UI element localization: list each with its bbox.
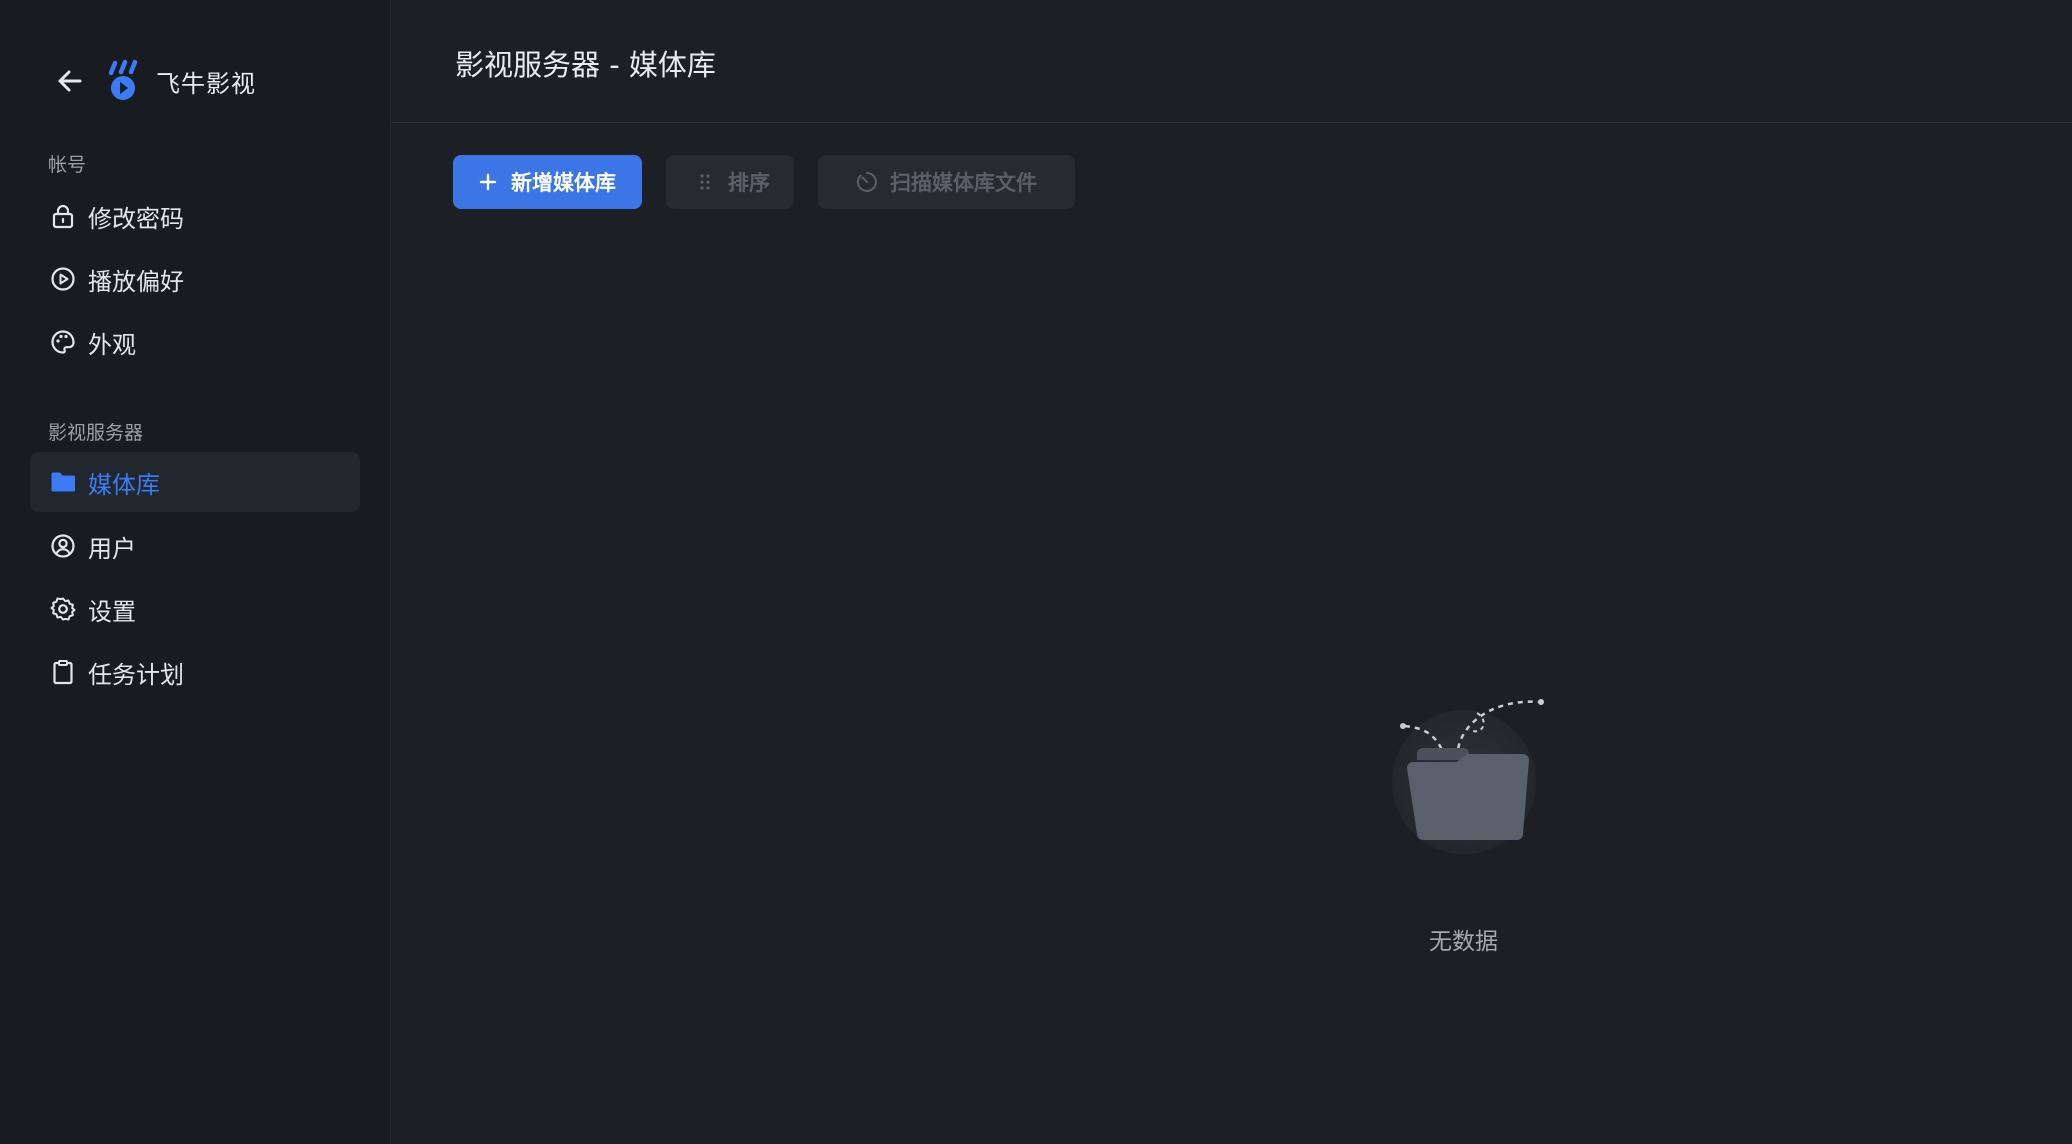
sidebar-item-label: 播放偏好	[88, 267, 184, 296]
empty-state: 无数据	[1389, 670, 1559, 955]
palette-icon	[50, 329, 76, 355]
scan-library-label: 扫描媒体库文件	[890, 171, 1037, 195]
section-label-media-server: 影视服务器	[48, 422, 144, 444]
page-header: 影视服务器 - 媒体库	[391, 0, 2072, 123]
brand-header: 飞牛影视	[50, 56, 256, 106]
sidebar-item-label: 任务计划	[88, 660, 184, 689]
app-logo-icon	[108, 59, 138, 100]
add-library-label: 新增媒体库	[511, 171, 616, 195]
empty-folder-icon	[1392, 699, 1544, 854]
gear-icon	[50, 596, 76, 622]
sidebar-item-label: 修改密码	[88, 204, 184, 233]
sidebar-item-playback-preference[interactable]: 播放偏好	[30, 249, 360, 309]
add-library-button[interactable]: 新增媒体库	[453, 155, 642, 209]
drag-handle-icon	[694, 171, 716, 193]
plus-icon	[477, 171, 499, 193]
sidebar-item-media-library[interactable]: 媒体库	[30, 452, 360, 512]
section-label-account: 帐号	[48, 154, 87, 176]
arrow-left-icon	[58, 70, 82, 92]
app-title: 飞牛影视	[156, 69, 256, 98]
page-title: 影视服务器 - 媒体库	[455, 48, 716, 82]
sidebar-item-label: 用户	[88, 534, 136, 563]
sidebar-item-settings[interactable]: 设置	[30, 579, 360, 639]
sidebar-item-label: 媒体库	[88, 470, 160, 499]
sort-button[interactable]: 排序	[666, 155, 794, 209]
sidebar-item-task-schedule[interactable]: 任务计划	[30, 642, 360, 702]
user-circle-icon	[50, 533, 76, 559]
sidebar-item-appearance[interactable]: 外观	[30, 312, 360, 372]
back-button[interactable]	[50, 61, 90, 101]
sidebar-item-label: 设置	[88, 597, 136, 626]
scan-icon	[856, 171, 878, 193]
sidebar-item-label: 外观	[88, 330, 136, 359]
folder-icon	[50, 469, 76, 495]
main-content: 影视服务器 - 媒体库 新增媒体库 排序 扫描媒体库文件 无数据	[391, 0, 2072, 1144]
sidebar-item-change-password[interactable]: 修改密码	[30, 186, 360, 246]
lock-icon	[50, 203, 76, 229]
clipboard-icon	[50, 659, 76, 685]
scan-library-button[interactable]: 扫描媒体库文件	[818, 155, 1075, 209]
empty-state-text: 无数据	[1429, 929, 1498, 955]
sidebar-item-users[interactable]: 用户	[30, 516, 360, 576]
sort-label: 排序	[728, 171, 770, 195]
play-circle-icon	[50, 266, 76, 292]
toolbar: 新增媒体库 排序 扫描媒体库文件	[453, 155, 1075, 209]
sidebar: 飞牛影视 帐号 修改密码 播放偏好 外观 影视服务器 媒体库 用户 设置 任务计…	[0, 0, 391, 1144]
